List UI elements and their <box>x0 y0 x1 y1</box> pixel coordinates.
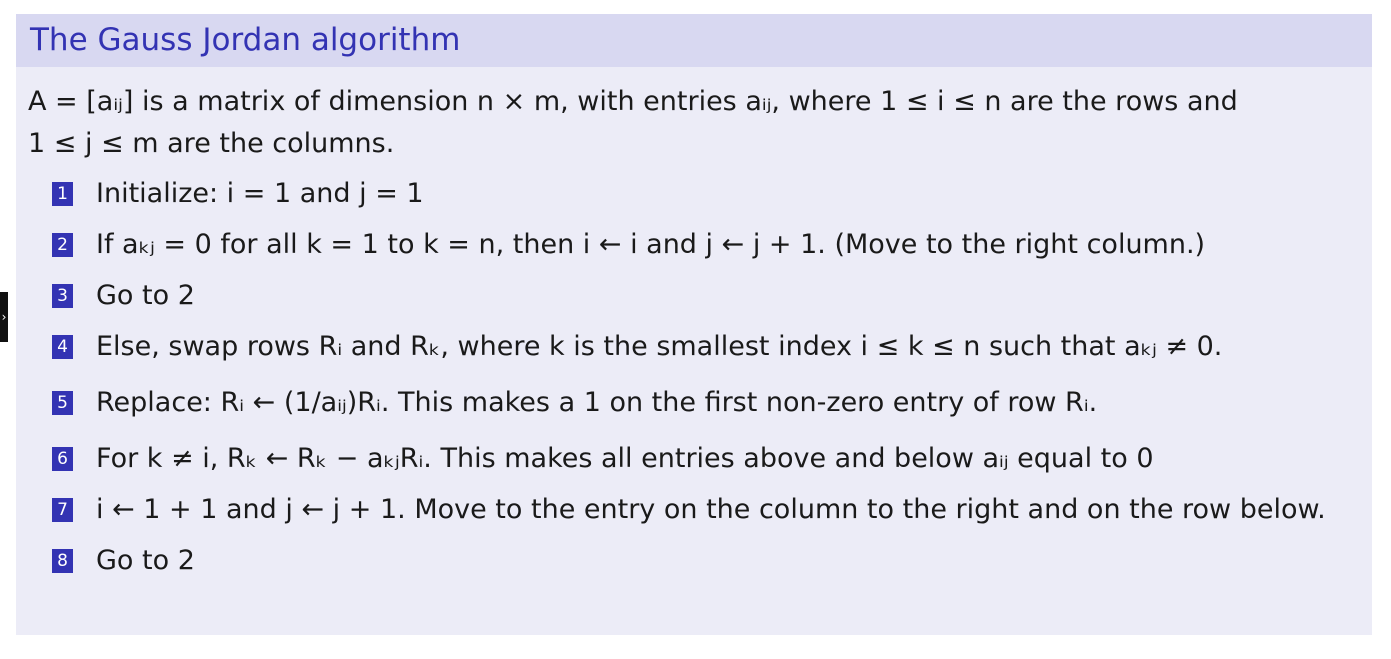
chevron-right-icon: › <box>1 310 7 324</box>
step-text: If aₖⱼ = 0 for all k = 1 to k = n, then … <box>96 229 1206 260</box>
step-number-badge: 8 <box>52 549 73 573</box>
step-number-badge: 5 <box>52 391 73 415</box>
step-number-badge: 7 <box>52 498 73 522</box>
intro-line-2: 1 ≤ j ≤ m are the columns. <box>28 128 395 159</box>
step-text: Go to 2 <box>96 280 195 311</box>
step-text: Else, swap rows Rᵢ and Rₖ, where k is th… <box>96 331 1223 362</box>
step-number-badge: 1 <box>52 182 73 206</box>
side-navigation-tab[interactable]: › <box>0 292 8 342</box>
step-item: 1 Initialize: i = 1 and j = 1 <box>28 173 1372 215</box>
step-text: For k ≠ i, Rₖ ← Rₖ − aₖⱼRᵢ. This makes a… <box>96 443 1154 474</box>
block-title: The Gauss Jordan algorithm <box>16 14 1372 67</box>
step-item: 5 Replace: Rᵢ ← (1/aᵢⱼ)Rᵢ. This makes a … <box>28 377 1372 429</box>
block-body: A = [aᵢⱼ] is a matrix of dimension n × m… <box>16 67 1372 582</box>
intro-paragraph: A = [aᵢⱼ] is a matrix of dimension n × m… <box>28 81 1372 165</box>
step-number-badge: 3 <box>52 284 73 308</box>
step-text: Replace: Rᵢ ← (1/aᵢⱼ)Rᵢ. This makes a 1 … <box>96 387 1098 418</box>
step-text: Go to 2 <box>96 545 195 576</box>
step-item: 8 Go to 2 <box>28 540 1372 582</box>
intro-line-1: A = [aᵢⱼ] is a matrix of dimension n × m… <box>28 86 1238 117</box>
step-text: Initialize: i = 1 and j = 1 <box>96 178 424 209</box>
step-text: i ← 1 + 1 and j ← j + 1. Move to the ent… <box>96 494 1326 525</box>
steps-list: 1 Initialize: i = 1 and j = 1 2 If aₖⱼ =… <box>28 173 1372 582</box>
step-number-badge: 4 <box>52 335 73 359</box>
step-item: 6 For k ≠ i, Rₖ ← Rₖ − aₖⱼRᵢ. This makes… <box>28 438 1372 480</box>
step-item: 4 Else, swap rows Rᵢ and Rₖ, where k is … <box>28 326 1372 368</box>
step-number-badge: 2 <box>52 233 73 257</box>
step-item: 2 If aₖⱼ = 0 for all k = 1 to k = n, the… <box>28 224 1372 266</box>
step-item: 3 Go to 2 <box>28 275 1372 317</box>
algorithm-block: The Gauss Jordan algorithm A = [aᵢⱼ] is … <box>16 14 1372 635</box>
step-number-badge: 6 <box>52 447 73 471</box>
step-item: 7 i ← 1 + 1 and j ← j + 1. Move to the e… <box>28 489 1372 531</box>
